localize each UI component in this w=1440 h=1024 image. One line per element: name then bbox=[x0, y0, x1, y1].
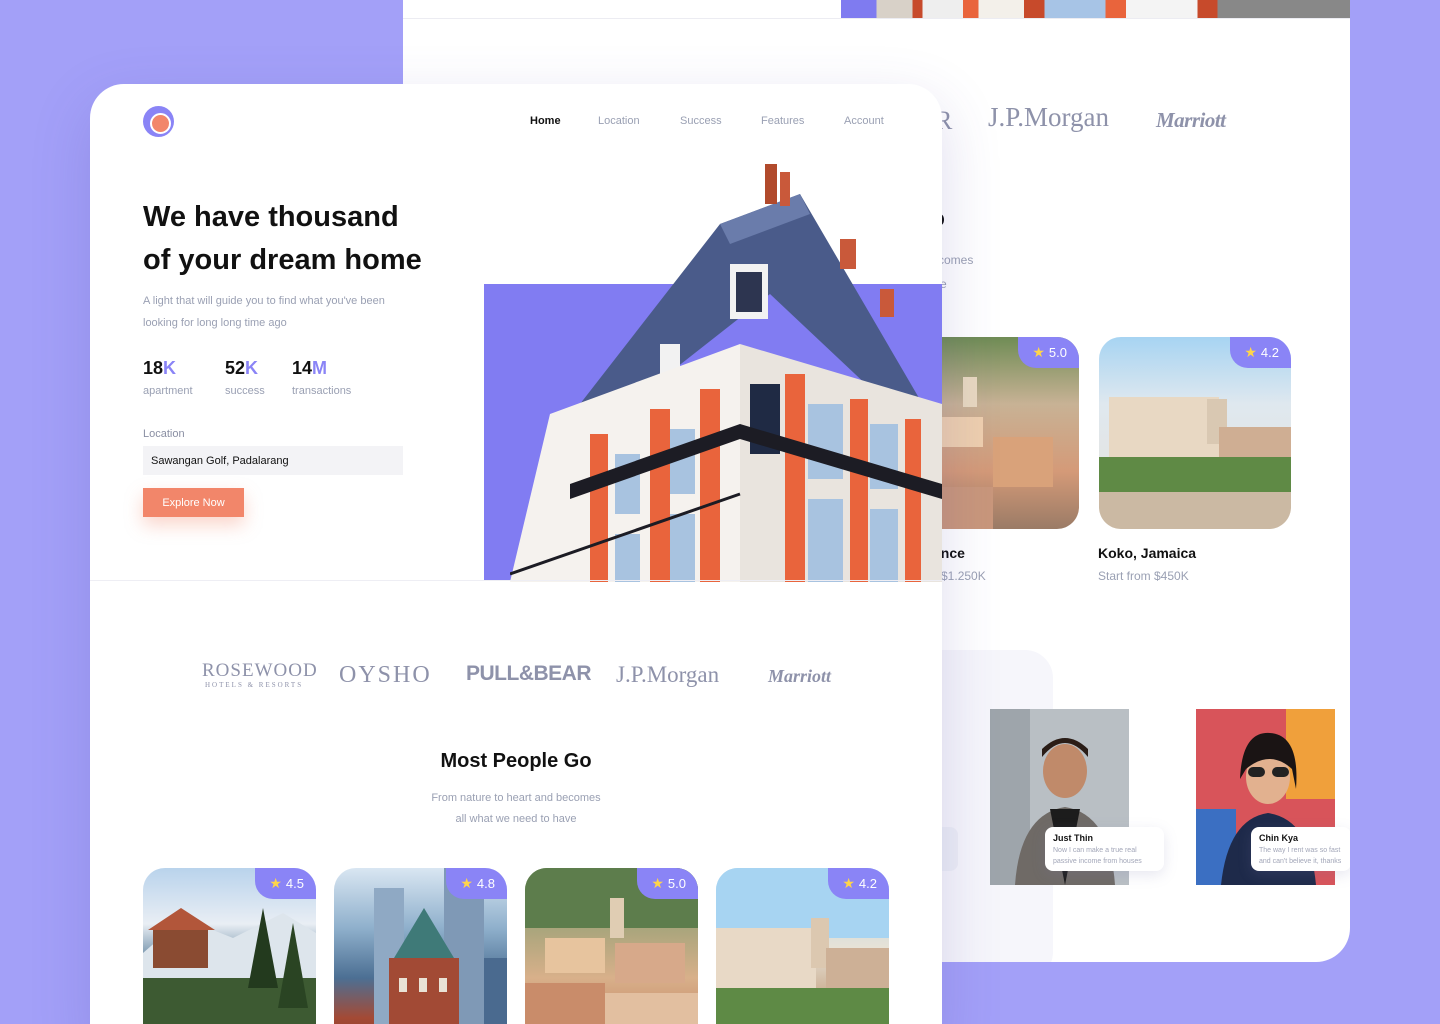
front-window: Home Location Success Features Account W… bbox=[90, 84, 942, 1024]
marriott-logo: Marriott bbox=[1156, 108, 1226, 132]
star-icon: ★ bbox=[842, 875, 855, 891]
location-label: Location bbox=[143, 428, 185, 440]
hero-title-line: of your dream home bbox=[143, 244, 422, 276]
property-card[interactable]: ★ 4.2 bbox=[1099, 337, 1291, 529]
hero-title: We have thousand of your dream home bbox=[143, 196, 422, 282]
divider bbox=[403, 18, 1350, 19]
hero-building-image bbox=[510, 164, 942, 582]
rating-badge: ★ 5.0 bbox=[1018, 337, 1079, 368]
property-card[interactable]: ★ 4.5 bbox=[143, 868, 316, 1024]
nav-features[interactable]: Features bbox=[761, 115, 804, 127]
rating-badge: ★ 5.0 bbox=[637, 868, 698, 899]
star-icon: ★ bbox=[1244, 344, 1257, 360]
stat-label: success bbox=[225, 385, 265, 397]
stat-value: 14 bbox=[292, 358, 313, 378]
stat-value: 52 bbox=[225, 358, 246, 378]
stat-success: 52K success bbox=[225, 358, 265, 397]
section-subtitle-line: From nature to heart and becomes bbox=[431, 792, 601, 804]
star-icon: ★ bbox=[269, 875, 282, 891]
rating-badge: ★ 4.8 bbox=[446, 868, 507, 899]
nav-success[interactable]: Success bbox=[680, 115, 722, 127]
stat-label: apartment bbox=[143, 385, 193, 397]
property-card[interactable]: ★ 4.8 bbox=[334, 868, 507, 1024]
section-subtitle-line: all what we need to have bbox=[455, 813, 577, 825]
pullbear-logo: PULL&BEAR bbox=[466, 662, 592, 685]
jpmorgan-logo: J.P.Morgan bbox=[988, 102, 1110, 132]
nav-home[interactable]: Home bbox=[530, 115, 561, 127]
stat-transactions: 14M transactions bbox=[292, 358, 351, 397]
building-image-strip bbox=[841, 0, 1350, 18]
testimonial-quote: Now I can make a true real passive incom… bbox=[1053, 847, 1142, 865]
testimonial-quote: The way I rent was so fast and can't bel… bbox=[1259, 847, 1342, 865]
explore-now-button[interactable]: Explore Now bbox=[143, 488, 244, 517]
rating-badge: ★ 4.5 bbox=[255, 868, 316, 899]
rating-badge: ★ 4.2 bbox=[828, 868, 889, 899]
stat-value: 18 bbox=[143, 358, 164, 378]
testimonial-card: Just Thin Now I can make a true real pas… bbox=[1045, 827, 1164, 871]
stat-unit: K bbox=[245, 358, 259, 378]
star-icon: ★ bbox=[460, 875, 473, 891]
property-name: Koko, Jamaica bbox=[1098, 545, 1197, 561]
testimonial-name: Just Thin bbox=[1053, 833, 1093, 843]
oysho-logo: OYSHO bbox=[339, 662, 432, 688]
property-card[interactable]: ★ 5.0 bbox=[525, 868, 698, 1024]
divider bbox=[90, 580, 942, 581]
section-title: Most People Go bbox=[440, 750, 592, 772]
stat-apartment: 18K apartment bbox=[143, 358, 193, 397]
hero-title-line: We have thousand bbox=[143, 201, 399, 233]
marriott-logo: Marriott bbox=[768, 666, 832, 686]
property-price: Start from $450K bbox=[1098, 569, 1189, 583]
brand-logo-icon[interactable] bbox=[143, 106, 174, 137]
jpmorgan-logo: J.P.Morgan bbox=[616, 662, 720, 687]
testimonial-card: Chin Kya The way I rent was so fast and … bbox=[1251, 827, 1350, 871]
location-input[interactable] bbox=[143, 446, 403, 475]
section-subtitle: comes bbox=[938, 253, 974, 267]
stat-unit: K bbox=[163, 358, 177, 378]
star-icon: ★ bbox=[651, 875, 664, 891]
nav-location[interactable]: Location bbox=[598, 115, 640, 127]
hero-subtitle: A light that will guide you to find what… bbox=[143, 295, 385, 329]
stat-label: transactions bbox=[292, 385, 352, 397]
nav-account[interactable]: Account bbox=[844, 115, 884, 127]
rosewood-logo: ROSEWOOD bbox=[202, 660, 318, 681]
testimonial-name: Chin Kya bbox=[1259, 833, 1299, 843]
rating-badge: ★ 4.2 bbox=[1230, 337, 1291, 368]
section-subtitle: From nature to heart and becomes all wha… bbox=[90, 788, 942, 830]
stat-unit: M bbox=[312, 358, 328, 378]
star-icon: ★ bbox=[1032, 344, 1045, 360]
rosewood-logo-subtitle: HOTELS & RESORTS bbox=[205, 681, 304, 689]
property-card[interactable]: ★ 4.2 bbox=[716, 868, 889, 1024]
